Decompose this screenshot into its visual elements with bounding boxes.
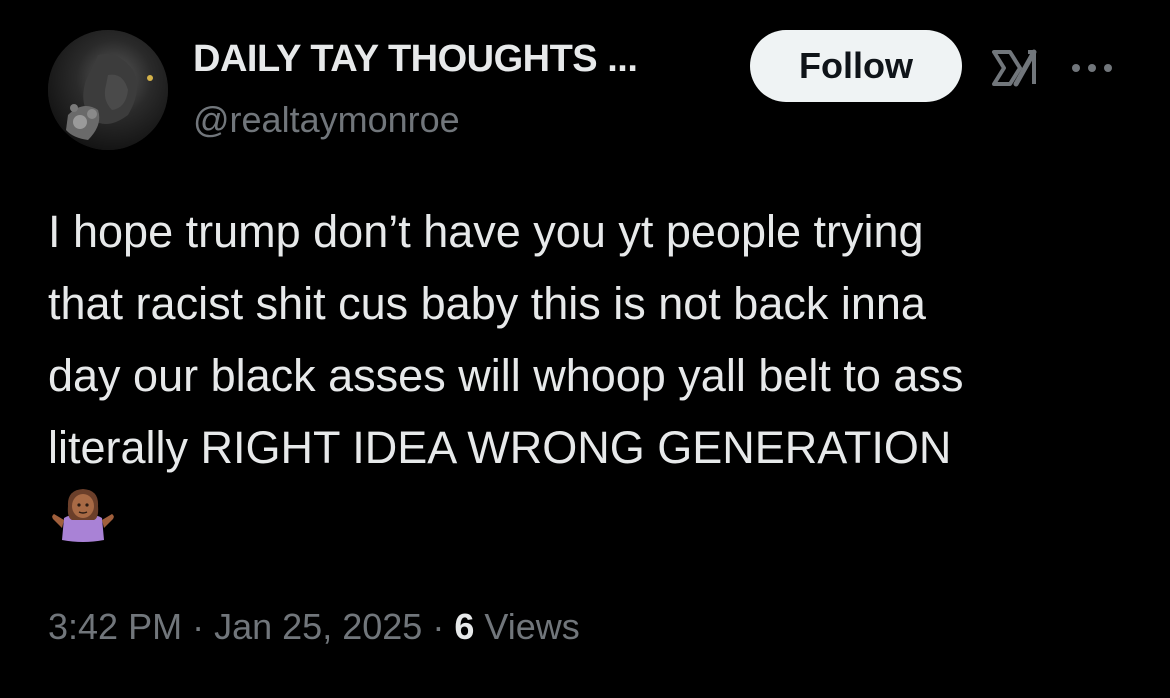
author-handle[interactable]: @realtaymonroe (193, 99, 460, 141)
person-shrugging-emoji (52, 489, 114, 542)
more-horizontal-icon[interactable] (1068, 58, 1116, 78)
meta-separator: · (432, 606, 445, 647)
views-label[interactable]: Views (484, 606, 579, 647)
author-avatar[interactable] (48, 30, 168, 150)
meta-separator: · (192, 606, 205, 647)
views-count[interactable]: 6 (454, 606, 474, 647)
author-display-name[interactable]: DAILY TAY THOUGHTS ... (193, 38, 638, 81)
tweet-meta: 3:42 PM · Jan 25, 2025 · 6 Views (48, 606, 580, 648)
tweet-time[interactable]: 3:42 PM (48, 606, 182, 647)
tweet-text: I hope trump don’t have you yt people tr… (48, 206, 964, 473)
follow-button[interactable]: Follow (750, 30, 962, 102)
tweet-date[interactable]: Jan 25, 2025 (214, 606, 422, 647)
grok-icon[interactable] (990, 46, 1038, 90)
avatar-image (48, 30, 168, 150)
